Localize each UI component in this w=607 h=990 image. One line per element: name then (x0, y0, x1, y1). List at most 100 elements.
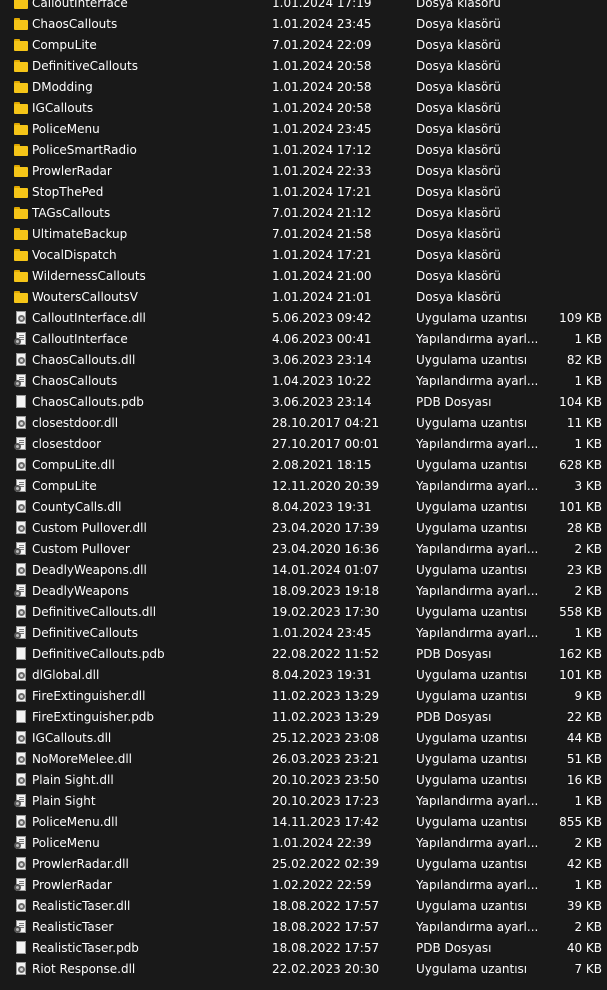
file-row[interactable]: Riot Response.dll 22.02.2023 20:30 Uygulam… (0, 959, 607, 980)
file-row[interactable]: CompuLite 12.11.2020 20:39 Yapılandırma ay… (0, 476, 607, 497)
file-row[interactable]: DefinitiveCallouts 1.01.2024 20:58 Dosya k… (0, 56, 607, 77)
file-row[interactable]: WoutersCalloutsV 1.01.2024 21:01 Dosya kla… (0, 287, 607, 308)
dll-icon (14, 353, 28, 367)
file-row[interactable]: PoliceMenu.dll 14.11.2023 17:42 Uygulama u… (0, 812, 607, 833)
file-row[interactable]: ProwlerRadar 1.02.2022 22:59 Yapılandırma … (0, 875, 607, 896)
file-type: Dosya klasörü (416, 269, 501, 283)
file-row[interactable]: ProwlerRadar.dll 25.02.2022 02:39 Uygulama… (0, 854, 607, 875)
file-row[interactable]: PoliceMenu 1.01.2024 23:45 Dosya klasörü (0, 119, 607, 140)
file-date-modified: 1.01.2024 23:45 (272, 17, 372, 31)
file-date-modified: 1.01.2024 23:45 (272, 626, 372, 640)
file-row[interactable]: NoMoreMelee.dll 26.03.2023 23:21 Uygulama … (0, 749, 607, 770)
dll-icon (14, 752, 28, 766)
file-size: 101 KB (559, 500, 602, 514)
dll-icon (14, 458, 28, 472)
file-type: Uygulama uzantısı (416, 605, 528, 619)
file-row[interactable]: DModding 1.01.2024 20:58 Dosya klasörü (0, 77, 607, 98)
file-row[interactable]: FireExtinguisher.dll 11.02.2023 13:29 Uygu… (0, 686, 607, 707)
file-row[interactable]: CompuLite.dll 2.08.2021 18:15 Uygulama uza… (0, 455, 607, 476)
dll-icon (14, 563, 28, 577)
file-date-modified: 2.08.2021 18:15 (272, 458, 372, 472)
file-size: 11 KB (566, 416, 602, 430)
file-row[interactable]: CalloutInterface 4.06.2023 00:41 Yapılandı… (0, 329, 607, 350)
file-row[interactable]: ChaosCallouts 1.04.2023 10:22 Yapılandırma… (0, 371, 607, 392)
file-row[interactable]: ProwlerRadar 1.01.2024 22:33 Dosya klasörü (0, 161, 607, 182)
file-type: Yapılandırma ayarl... (416, 878, 539, 892)
file-name: Custom Pullover (32, 542, 130, 556)
file-date-modified: 1.01.2024 20:58 (272, 80, 372, 94)
file-name: closestdoor.dll (32, 416, 119, 430)
folder-icon (14, 143, 28, 157)
file-date-modified: 1.01.2024 17:19 (272, 0, 372, 10)
file-row[interactable]: PoliceMenu 1.01.2024 22:39 Yapılandırma ay… (0, 833, 607, 854)
file-row[interactable]: ChaosCallouts 1.01.2024 23:45 Dosya klasör… (0, 14, 607, 35)
pdb-icon (14, 710, 28, 724)
file-row[interactable]: TAGsCallouts 7.01.2024 21:12 Dosya klasörü (0, 203, 607, 224)
file-type: Yapılandırma ayarl... (416, 584, 539, 598)
file-size: 40 KB (566, 941, 602, 955)
file-row[interactable]: DefinitiveCallouts 1.01.2024 23:45 Yapılan… (0, 623, 607, 644)
file-date-modified: 25.12.2023 23:08 (272, 731, 380, 745)
file-date-modified: 19.02.2023 17:30 (272, 605, 380, 619)
file-date-modified: 22.02.2023 20:30 (272, 962, 380, 976)
file-row[interactable]: FireExtinguisher.pdb 11.02.2023 13:29 PDB … (0, 707, 607, 728)
file-row[interactable]: Plain Sight 20.10.2023 17:23 Yapılandırma … (0, 791, 607, 812)
file-type: Dosya klasörü (416, 59, 501, 73)
file-name: PoliceMenu (32, 122, 100, 136)
file-row[interactable]: CompuLite 7.01.2024 22:09 Dosya klasörü (0, 35, 607, 56)
file-row[interactable]: closestdoor.dll 28.10.2017 04:21 Uygulama … (0, 413, 607, 434)
file-row[interactable]: WildernessCallouts 1.01.2024 21:00 Dosya k… (0, 266, 607, 287)
file-row[interactable]: Plain Sight.dll 20.10.2023 23:50 Uygulama … (0, 770, 607, 791)
file-row[interactable]: DeadlyWeapons 18.09.2023 19:18 Yapılandırm… (0, 581, 607, 602)
file-type: Yapılandırma ayarl... (416, 920, 539, 934)
file-row[interactable]: StopThePed 1.01.2024 17:21 Dosya klasörü (0, 182, 607, 203)
file-row[interactable]: UltimateBackup 7.01.2024 21:58 Dosya klasö… (0, 224, 607, 245)
file-row[interactable]: CountyCalls.dll 8.04.2023 19:31 Uygulama u… (0, 497, 607, 518)
file-date-modified: 26.03.2023 23:21 (272, 752, 380, 766)
file-type: Dosya klasörü (416, 122, 501, 136)
file-name: ProwlerRadar (32, 878, 112, 892)
file-row[interactable]: RealisticTaser.dll 18.08.2022 17:57 Uygula… (0, 896, 607, 917)
file-date-modified: 11.02.2023 13:29 (272, 710, 380, 724)
file-row[interactable]: Custom Pullover 23.04.2020 16:36 Yapılandı… (0, 539, 607, 560)
file-name: WoutersCalloutsV (32, 290, 138, 304)
file-size: 2 KB (574, 836, 602, 850)
pdb-icon (14, 395, 28, 409)
file-date-modified: 20.10.2023 23:50 (272, 773, 380, 787)
file-date-modified: 7.01.2024 22:09 (272, 38, 372, 52)
file-row[interactable]: VocalDispatch 1.01.2024 17:21 Dosya klasör… (0, 245, 607, 266)
file-size: 1 KB (574, 794, 602, 808)
file-size: 855 KB (559, 815, 602, 829)
file-row[interactable]: CalloutInterface.dll 5.06.2023 09:42 Uygul… (0, 308, 607, 329)
file-name: CalloutInterface.dll (32, 311, 146, 325)
file-date-modified: 27.10.2017 00:01 (272, 437, 380, 451)
file-name: RealisticTaser.dll (32, 899, 131, 913)
file-size: 42 KB (566, 857, 602, 871)
file-row[interactable]: CalloutInterface 1.01.2024 17:19 Dosya kla… (0, 0, 607, 14)
file-row[interactable]: IGCallouts 1.01.2024 20:58 Dosya klasörü (0, 98, 607, 119)
file-row[interactable]: DefinitiveCallouts.dll 19.02.2023 17:30 Uy… (0, 602, 607, 623)
file-type: Dosya klasörü (416, 206, 501, 220)
file-type: Yapılandırma ayarl... (416, 437, 539, 451)
file-row[interactable]: DefinitiveCallouts.pdb 22.08.2022 11:52 PD… (0, 644, 607, 665)
file-date-modified: 1.01.2024 20:58 (272, 59, 372, 73)
file-row[interactable]: ChaosCallouts.pdb 3.06.2023 23:14 PDB Dosy… (0, 392, 607, 413)
dll-icon (14, 689, 28, 703)
file-row[interactable]: RealisticTaser 18.08.2022 17:57 Yapılandır… (0, 917, 607, 938)
file-type: Dosya klasörü (416, 164, 501, 178)
file-size: 51 KB (566, 752, 602, 766)
config-icon (14, 920, 28, 934)
file-row[interactable]: PoliceSmartRadio 1.01.2024 17:12 Dosya kla… (0, 140, 607, 161)
file-row[interactable]: dlGlobal.dll 8.04.2023 19:31 Uygulama uzan… (0, 665, 607, 686)
file-row[interactable]: ChaosCallouts.dll 3.06.2023 23:14 Uygulama… (0, 350, 607, 371)
file-name: FireExtinguisher.dll (32, 689, 146, 703)
dll-icon (14, 773, 28, 787)
folder-icon (14, 185, 28, 199)
file-row[interactable]: DeadlyWeapons.dll 14.01.2024 01:07 Uygulam… (0, 560, 607, 581)
file-row[interactable]: closestdoor 27.10.2017 00:01 Yapılandırma … (0, 434, 607, 455)
config-icon (14, 584, 28, 598)
file-row[interactable]: Custom Pullover.dll 23.04.2020 17:39 Uygul… (0, 518, 607, 539)
file-row[interactable]: IGCallouts.dll 25.12.2023 23:08 Uygulama u… (0, 728, 607, 749)
file-row[interactable]: RealisticTaser.pdb 18.08.2022 17:57 PDB Do… (0, 938, 607, 959)
file-name: CompuLite (32, 38, 97, 52)
